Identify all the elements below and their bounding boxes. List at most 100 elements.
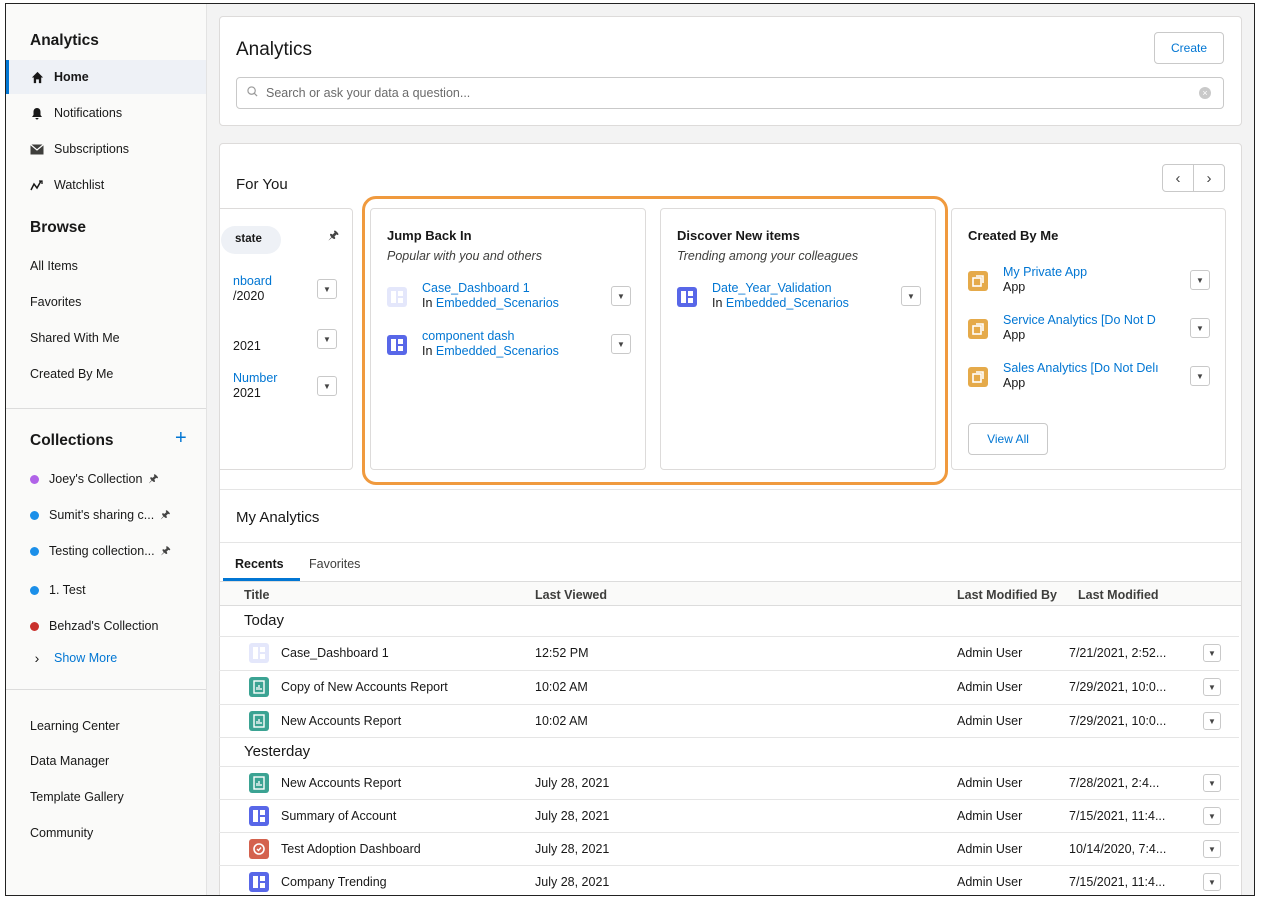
item-name-partial[interactable]: nboard: [233, 274, 272, 288]
row-dropdown-button[interactable]: ▼: [1203, 807, 1221, 825]
app-link[interactable]: Embedded_Scenarios: [726, 296, 849, 310]
filter-chip[interactable]: state: [221, 226, 281, 254]
sidebar-item-community[interactable]: Community: [6, 816, 206, 850]
partial-card: state 🖈 nboard /2020 ▼ 2021 ▼ Number 202…: [220, 208, 353, 470]
pin-icon[interactable]: 🖈: [328, 226, 339, 247]
item-dropdown-button[interactable]: ▼: [901, 286, 921, 306]
row-modified-by: Admin User: [957, 680, 1023, 694]
column-header-last-modified-by[interactable]: Last Modified By: [957, 588, 1057, 602]
list-item[interactable]: Sales Analytics [Do Not Delı App ▼: [968, 361, 1210, 397]
item-dropdown-button[interactable]: ▼: [611, 286, 631, 306]
row-title[interactable]: Case_Dashboard 1: [281, 646, 389, 660]
item-name[interactable]: Case_Dashboard 1: [422, 281, 530, 295]
table-row[interactable]: Test Adoption Dashboard July 28, 2021 Ad…: [219, 832, 1239, 864]
row-dropdown-button[interactable]: ▼: [1203, 774, 1221, 792]
row-last-viewed: July 28, 2021: [535, 842, 610, 856]
item-dropdown-button[interactable]: ▼: [317, 279, 337, 299]
item-dropdown-button[interactable]: ▼: [1190, 366, 1210, 386]
search-bar[interactable]: Search or ask your data a question... ×: [236, 77, 1224, 109]
row-last-modified: 7/15/2021, 11:4...: [1069, 809, 1166, 823]
sidebar-item-home[interactable]: Home: [6, 60, 206, 94]
row-title[interactable]: Summary of Account: [281, 809, 396, 823]
pin-icon[interactable]: 🖈: [161, 542, 171, 561]
column-header-title[interactable]: Title: [244, 588, 269, 602]
tab-favorites[interactable]: Favorites: [309, 557, 360, 571]
create-button[interactable]: Create: [1154, 32, 1224, 64]
item-dropdown-button[interactable]: ▼: [1190, 270, 1210, 290]
sidebar-item-data-manager[interactable]: Data Manager: [6, 744, 206, 778]
sidebar-item-subscriptions[interactable]: Subscriptions: [6, 132, 206, 166]
sidebar-item-label: Subscriptions: [54, 142, 130, 156]
sidebar-item-template-gallery[interactable]: Template Gallery: [6, 780, 206, 814]
clear-search-icon[interactable]: ×: [1199, 87, 1211, 99]
row-dropdown-button[interactable]: ▼: [1203, 678, 1221, 696]
app-link[interactable]: Embedded_Scenarios: [436, 344, 559, 358]
in-label: In: [712, 296, 723, 310]
sidebar-item-watchlist[interactable]: Watchlist: [6, 168, 206, 202]
row-last-modified: 10/14/2020, 7:4...: [1069, 842, 1167, 856]
row-dropdown-button[interactable]: ▼: [1203, 712, 1221, 730]
dashboard-icon: [387, 335, 407, 355]
sidebar-item-favorites[interactable]: Favorites: [6, 285, 206, 319]
column-header-last-modified[interactable]: Last Modified: [1078, 588, 1159, 602]
sidebar-item-notifications[interactable]: Notifications: [6, 96, 206, 130]
dashboard-light-icon: [249, 643, 269, 663]
report-icon: [249, 773, 269, 793]
app-link[interactable]: Embedded_Scenarios: [436, 296, 559, 310]
sidebar-item-all-items[interactable]: All Items: [6, 249, 206, 283]
item-name[interactable]: My Private App: [1003, 265, 1173, 279]
item-name[interactable]: Sales Analytics [Do Not Delı: [1003, 361, 1173, 375]
row-title[interactable]: New Accounts Report: [281, 776, 401, 790]
sidebar-item-shared-with-me[interactable]: Shared With Me: [6, 321, 206, 355]
sidebar-item-learning-center[interactable]: Learning Center: [6, 709, 206, 743]
item-dropdown-button[interactable]: ▼: [1190, 318, 1210, 338]
row-dropdown-button[interactable]: ▼: [1203, 644, 1221, 662]
list-item[interactable]: My Private App App ▼: [968, 265, 1210, 301]
row-title[interactable]: New Accounts Report: [281, 714, 401, 728]
card-title: Discover New items: [677, 228, 800, 243]
table-row[interactable]: Company Trending July 28, 2021 Admin Use…: [219, 865, 1239, 895]
row-dropdown-button[interactable]: ▼: [1203, 873, 1221, 891]
item-name[interactable]: Service Analytics [Do Not D: [1003, 313, 1173, 327]
item-dropdown-button[interactable]: ▼: [317, 376, 337, 396]
row-title[interactable]: Company Trending: [281, 875, 387, 889]
show-more-link[interactable]: › Show More: [6, 641, 206, 675]
collection-item[interactable]: 1. Test: [6, 573, 206, 607]
divider: [220, 542, 1241, 543]
list-item[interactable]: Case_Dashboard 1 In Embedded_Scenarios ▼: [387, 281, 631, 317]
collection-item[interactable]: Testing collection... 🖈: [6, 534, 206, 568]
row-last-viewed: 10:02 AM: [535, 680, 588, 694]
tab-recents[interactable]: Recents: [235, 557, 284, 571]
carousel-prev-button[interactable]: ‹: [1162, 164, 1194, 192]
list-item[interactable]: Date_Year_Validation In Embedded_Scenari…: [677, 281, 921, 317]
table-row[interactable]: New Accounts Report 10:02 AM Admin User …: [219, 704, 1239, 736]
table-row[interactable]: Summary of Account July 28, 2021 Admin U…: [219, 799, 1239, 831]
collection-item[interactable]: Joey's Collection 🖈: [6, 462, 206, 496]
item-name[interactable]: component dash: [422, 329, 514, 343]
row-title[interactable]: Test Adoption Dashboard: [281, 842, 421, 856]
table-row[interactable]: Case_Dashboard 1 12:52 PM Admin User 7/2…: [219, 636, 1239, 668]
trend-icon: [30, 178, 44, 192]
row-title[interactable]: Copy of New Accounts Report: [281, 680, 448, 694]
search-input[interactable]: Search or ask your data a question...: [266, 86, 470, 100]
table-row[interactable]: New Accounts Report July 28, 2021 Admin …: [219, 766, 1239, 798]
list-item[interactable]: component dash In Embedded_Scenarios ▼: [387, 329, 631, 365]
item-name[interactable]: Date_Year_Validation: [712, 281, 832, 295]
table-row[interactable]: Copy of New Accounts Report 10:02 AM Adm…: [219, 670, 1239, 702]
pin-icon[interactable]: 🖈: [148, 470, 158, 489]
row-dropdown-button[interactable]: ▼: [1203, 840, 1221, 858]
item-name-partial[interactable]: Number: [233, 371, 277, 385]
column-header-last-viewed[interactable]: Last Viewed: [535, 588, 607, 602]
carousel-next-button[interactable]: ›: [1193, 164, 1225, 192]
pin-icon[interactable]: 🖈: [160, 506, 170, 525]
report-icon: [249, 677, 269, 697]
collection-item[interactable]: Sumit's sharing c... 🖈: [6, 498, 206, 532]
item-dropdown-button[interactable]: ▼: [611, 334, 631, 354]
sidebar-item-created-by-me[interactable]: Created By Me: [6, 357, 206, 391]
add-collection-icon[interactable]: +: [175, 427, 187, 450]
collection-item[interactable]: Behzad's Collection: [6, 609, 206, 643]
row-modified-by: Admin User: [957, 875, 1023, 889]
view-all-button[interactable]: View All: [968, 423, 1048, 455]
item-dropdown-button[interactable]: ▼: [317, 329, 337, 349]
list-item[interactable]: Service Analytics [Do Not D App ▼: [968, 313, 1210, 349]
